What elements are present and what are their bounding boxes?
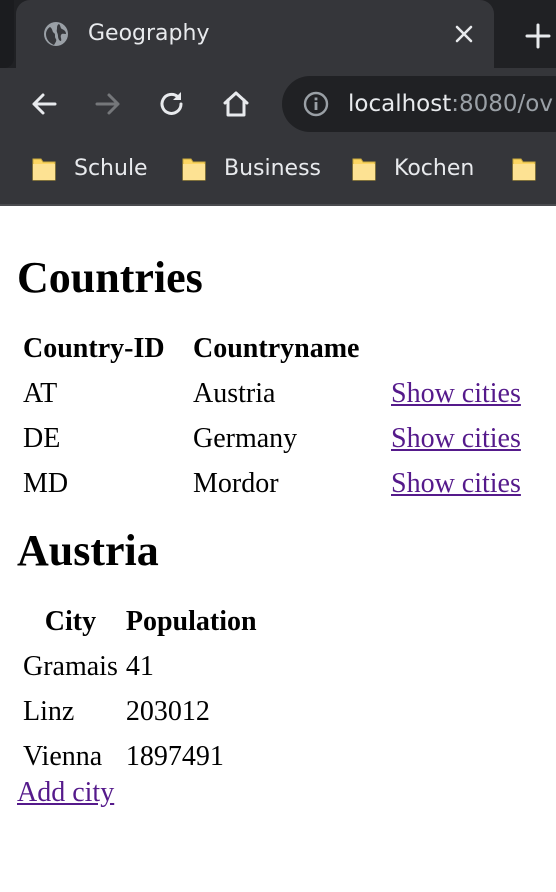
column-header-country-id: Country-ID: [23, 333, 165, 364]
country-name-cell: Austria: [193, 378, 276, 409]
show-cities-link[interactable]: Show cities: [391, 378, 521, 409]
browser-toolbar: localhost:8080/ov: [0, 68, 556, 140]
bookmark-label: Business: [224, 156, 322, 181]
city-name-cell: Gramais: [23, 651, 118, 682]
site-info-icon[interactable]: [302, 90, 330, 118]
table-row: Vienna 1897491: [21, 734, 259, 779]
folder-icon: [512, 158, 536, 181]
column-header-countryname: Countryname: [193, 333, 360, 364]
country-id-cell: MD: [23, 468, 69, 499]
table-header-row: City Population: [21, 599, 259, 644]
column-header-action: [389, 326, 523, 371]
countries-table: Country-ID Countryname AT Austria Show c…: [17, 326, 527, 506]
folder-icon: [182, 158, 206, 181]
globe-icon: [44, 22, 68, 46]
city-name-cell: Linz: [23, 696, 75, 727]
action-cell: Show cities: [389, 371, 523, 416]
table-row: Gramais 41: [21, 644, 259, 689]
folder-icon: [32, 158, 56, 181]
cities-table: City Population Gramais 41 Linz 203012 V…: [17, 599, 263, 779]
city-name-cell: Vienna: [23, 741, 103, 772]
action-cell: Show cities: [389, 461, 523, 506]
tab-title: Geography: [88, 21, 210, 46]
table-row: Linz 203012: [21, 689, 259, 734]
table-row: MD Mordor Show cities: [21, 461, 523, 506]
country-id-cell: AT: [23, 378, 58, 409]
selected-country-heading: Austria: [17, 526, 159, 575]
forward-arrow-icon[interactable]: [92, 88, 124, 120]
bookmark-label: Schule: [74, 156, 148, 181]
back-arrow-icon[interactable]: [28, 88, 60, 120]
column-header-city: City: [44, 606, 97, 637]
url-path: :8080/ov: [451, 91, 553, 117]
browser-chrome: Geography localhost:8080/ov Schule Busin…: [0, 0, 556, 206]
close-tab-icon[interactable]: [452, 22, 476, 46]
home-icon[interactable]: [220, 88, 252, 120]
folder-icon: [352, 158, 376, 181]
active-tab[interactable]: Geography: [16, 0, 494, 68]
address-bar[interactable]: localhost:8080/ov: [282, 76, 556, 132]
country-name-cell: Mordor: [193, 468, 279, 499]
address-url[interactable]: localhost:8080/ov: [348, 88, 553, 120]
reload-icon[interactable]: [156, 88, 188, 120]
table-header-row: Country-ID Countryname: [21, 326, 523, 371]
country-id-cell: DE: [23, 423, 61, 454]
population-cell: 41: [125, 651, 154, 682]
previous-tab-edge[interactable]: [0, 0, 14, 68]
column-header-population: Population: [125, 606, 257, 637]
population-cell: 1897491: [125, 741, 224, 772]
table-row: DE Germany Show cities: [21, 416, 523, 461]
population-cell: 203012: [125, 696, 210, 727]
country-name-cell: Germany: [193, 423, 298, 454]
tab-strip: Geography: [0, 0, 556, 68]
add-city-link[interactable]: Add city: [17, 776, 114, 810]
table-row: AT Austria Show cities: [21, 371, 523, 416]
bookmarks-bar: Schule Business Kochen: [0, 140, 556, 204]
url-host: localhost: [348, 91, 452, 117]
countries-heading: Countries: [17, 253, 203, 302]
bookmark-label: Kochen: [394, 156, 475, 181]
action-cell: Show cities: [389, 416, 523, 461]
show-cities-link[interactable]: Show cities: [391, 423, 521, 454]
show-cities-link[interactable]: Show cities: [391, 468, 521, 499]
page-content: Countries Country-ID Countryname AT Aust…: [0, 206, 556, 810]
new-tab-plus-icon[interactable]: [524, 22, 552, 50]
